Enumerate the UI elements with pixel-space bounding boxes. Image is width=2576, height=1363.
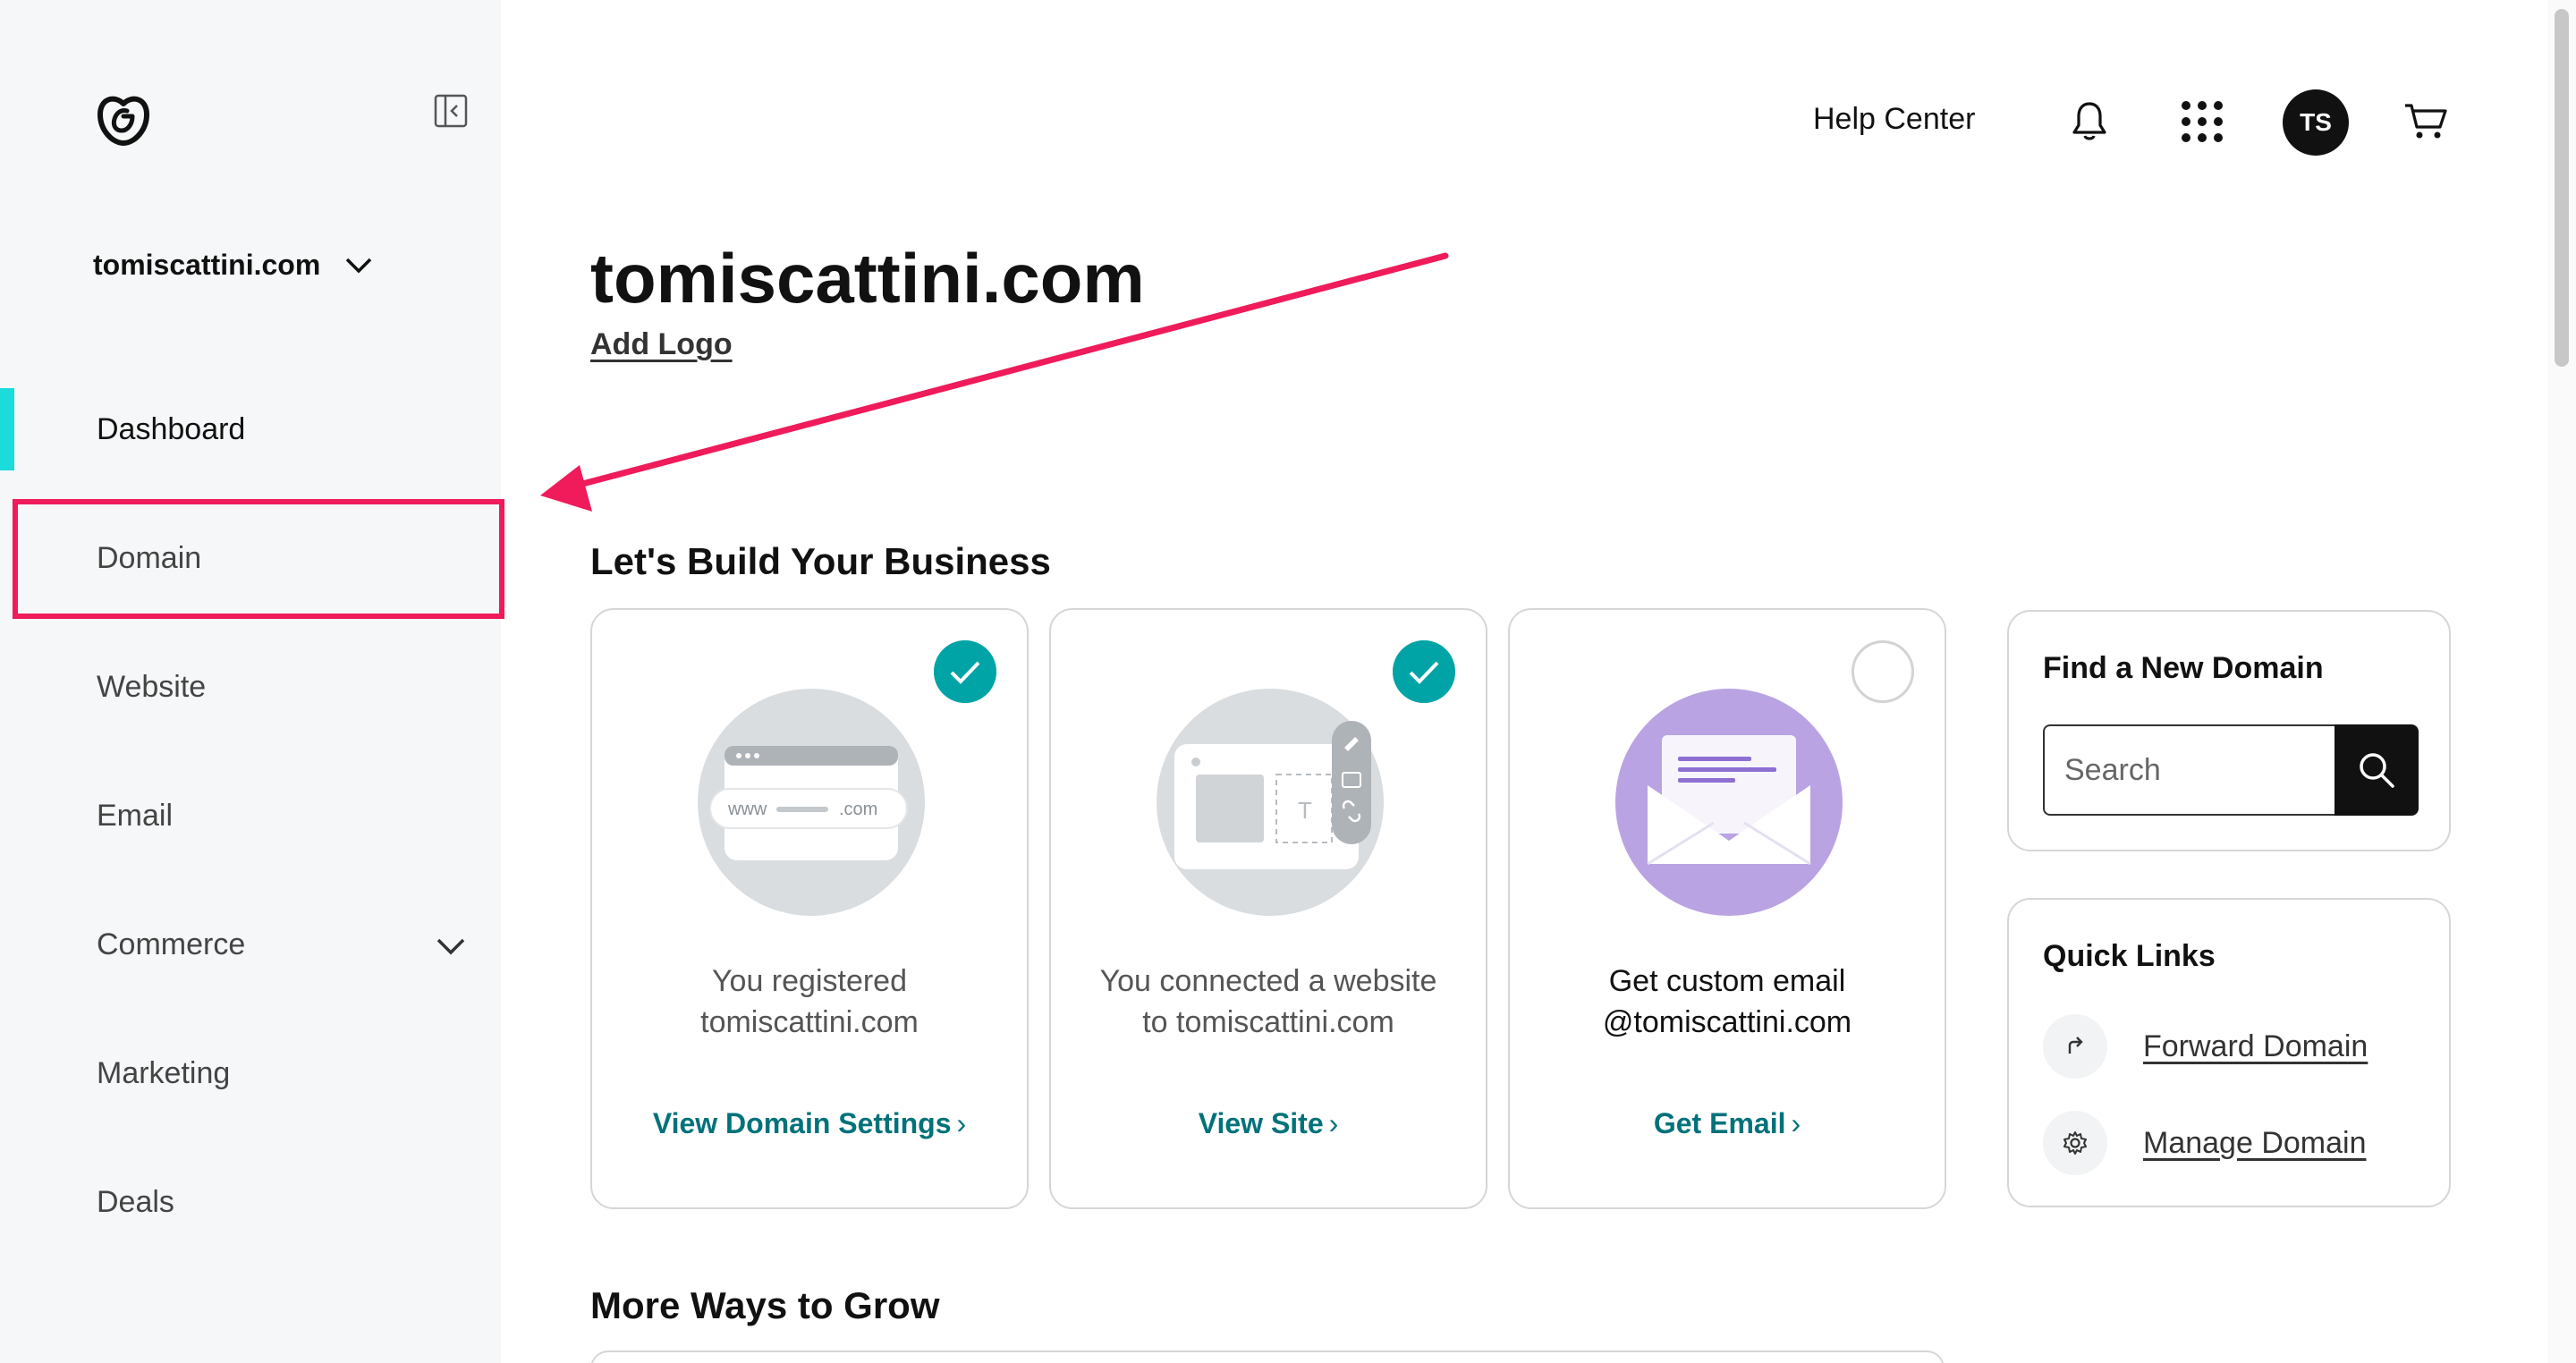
illustration-com-text: .com: [839, 800, 877, 819]
quick-link-forward-domain[interactable]: Forward Domain: [2043, 1014, 2368, 1079]
cart-icon[interactable]: [2402, 98, 2449, 145]
domain-illustration: www .com: [698, 689, 925, 916]
scrollbar-thumb[interactable]: [2555, 9, 2569, 367]
sidebar-item-label: Deals: [97, 1184, 174, 1219]
more-ways-title: More Ways to Grow: [590, 1284, 940, 1326]
sidebar-item-label: Marketing: [97, 1055, 231, 1090]
illustration-www-text: www: [727, 800, 767, 819]
find-domain-panel: Find a New Domain: [2007, 610, 2451, 851]
apps-grid-icon[interactable]: [2179, 98, 2225, 145]
bell-icon[interactable]: [2066, 98, 2113, 145]
avatar[interactable]: TS: [2283, 89, 2349, 156]
quick-link-label: Forward Domain: [2143, 1029, 2368, 1063]
sidebar-item-label: Domain: [97, 540, 202, 575]
page-title: tomiscattini.com: [590, 239, 1145, 317]
check-icon: [1393, 640, 1455, 703]
quick-links-title: Quick Links: [2043, 939, 2216, 973]
svg-text:T: T: [1298, 797, 1312, 824]
chevron-right-icon: ›: [1791, 1107, 1801, 1139]
card-description-line: @tomiscattini.com: [1602, 1005, 1852, 1039]
sidebar-item-email[interactable]: Email: [0, 775, 501, 857]
gear-icon: [2043, 1111, 2107, 1175]
build-section-title: Let's Build Your Business: [590, 540, 1051, 582]
godaddy-logo-icon[interactable]: [93, 89, 154, 150]
sidebar-item-label: Dashboard: [97, 411, 246, 446]
sidebar-item-marketing[interactable]: Marketing: [0, 1032, 501, 1114]
collapse-sidebar-icon[interactable]: [433, 93, 469, 129]
card-description-line: tomiscattini.com: [700, 1005, 919, 1039]
sidebar-item-deals[interactable]: Deals: [0, 1161, 501, 1243]
search-button[interactable]: [2334, 724, 2419, 816]
search-input[interactable]: [2043, 724, 2334, 816]
sidebar-item-commerce[interactable]: Commerce: [0, 903, 501, 986]
account-selector[interactable]: tomiscattini.com: [93, 249, 374, 282]
website-illustration: T: [1157, 689, 1384, 916]
cta-label: View Site: [1198, 1107, 1324, 1139]
quick-links-panel: Quick Links Forward Domain Manage Domain: [2007, 898, 2451, 1207]
incomplete-circle-icon: [1852, 640, 1914, 703]
sidebar-item-label: Email: [97, 798, 174, 833]
domain-search: [2043, 724, 2419, 816]
grow-card: [590, 1350, 1945, 1363]
chevron-down-icon: [346, 258, 372, 273]
email-illustration: [1615, 689, 1843, 916]
chevron-right-icon: ›: [956, 1107, 967, 1139]
view-domain-settings-link[interactable]: View Domain Settings ›: [592, 1107, 1027, 1140]
domain-card: www .com You registered tomiscattini.com…: [590, 608, 1029, 1209]
search-icon: [2360, 753, 2394, 788]
card-description-line: You connected a website: [1099, 964, 1437, 998]
sidebar-item-dashboard[interactable]: Dashboard: [0, 388, 501, 470]
chevron-down-icon[interactable]: [433, 928, 469, 964]
top-header: Help Center TS: [501, 80, 2576, 163]
sidebar: tomiscattini.com Dashboard Domain Websit…: [0, 0, 501, 1363]
card-description: Get custom email @tomiscattini.com: [1528, 961, 1927, 1043]
card-description: You registered tomiscattini.com: [610, 961, 1009, 1043]
get-email-link[interactable]: Get Email ›: [1510, 1107, 1945, 1140]
cta-label: View Domain Settings: [652, 1107, 952, 1139]
quick-link-label: Manage Domain: [2143, 1125, 2367, 1160]
chevron-right-icon: ›: [1328, 1107, 1339, 1139]
active-indicator: [0, 388, 14, 470]
card-description-line: You registered: [711, 964, 907, 998]
cta-label: Get Email: [1653, 1107, 1786, 1139]
website-card: T You connected a website to tomiscattin…: [1049, 608, 1487, 1209]
quick-link-manage-domain[interactable]: Manage Domain: [2043, 1111, 2366, 1175]
account-name: tomiscattini.com: [93, 249, 321, 281]
view-site-link[interactable]: View Site ›: [1051, 1107, 1486, 1140]
add-logo-link[interactable]: Add Logo: [590, 327, 733, 362]
check-icon: [934, 640, 996, 703]
sidebar-item-website[interactable]: Website: [0, 646, 501, 728]
find-domain-title: Find a New Domain: [2043, 651, 2324, 685]
sidebar-item-label: Website: [97, 669, 207, 704]
card-description: You connected a website to tomiscattini.…: [1069, 961, 1468, 1043]
forward-arrow-icon: [2043, 1014, 2107, 1079]
sidebar-item-domain[interactable]: Domain: [0, 517, 501, 599]
help-center-link[interactable]: Help Center: [1813, 102, 1975, 137]
card-description-line: to tomiscattini.com: [1142, 1005, 1394, 1039]
sidebar-item-label: Commerce: [97, 927, 246, 961]
email-card: Get custom email @tomiscattini.com Get E…: [1508, 608, 1946, 1209]
card-description-line: Get custom email: [1608, 964, 1846, 998]
